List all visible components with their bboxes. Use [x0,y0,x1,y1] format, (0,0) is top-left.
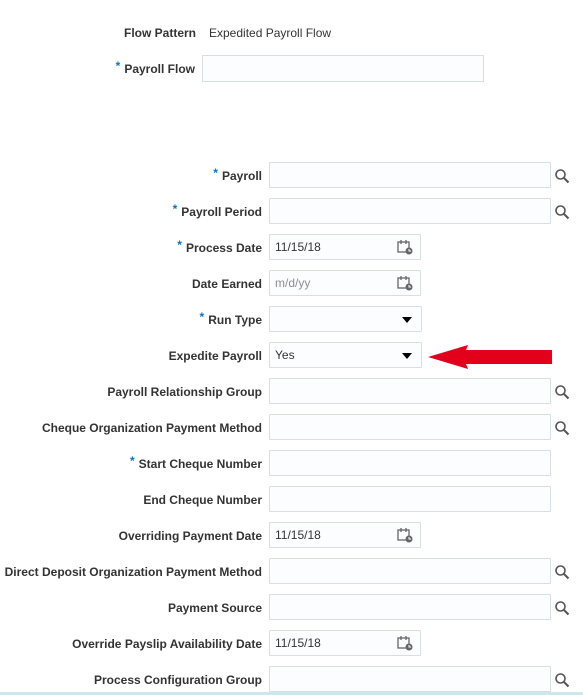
cheque-org-payment-method-label: Cheque Organization Payment Method [41,421,262,435]
red-arrow-annotation [428,345,552,369]
overriding-payment-date-value: 11/15/18 [275,528,321,542]
payroll-label-text: Payroll [221,169,262,183]
payroll-flow-input[interactable] [202,55,484,82]
process-date-value: 11/15/18 [275,240,321,254]
flow-pattern-label: Flow Pattern [124,26,197,40]
date-earned-placeholder: m/d/yy [275,276,311,290]
direct-deposit-org-payment-method-label: Direct Deposit Organization Payment Meth… [4,565,262,579]
expedite-payroll-select[interactable]: Yes [269,342,422,368]
calendar-icon[interactable] [397,275,413,291]
payroll-flow-label: * Payroll Flow [115,59,195,76]
date-earned-input[interactable]: m/d/yy [269,270,421,296]
process-date-input[interactable]: 11/15/18 [269,234,421,260]
expedite-payroll-value: Yes [275,348,295,362]
search-icon[interactable] [554,564,570,580]
run-type-label-text: Run Type [208,313,262,327]
process-configuration-group-input[interactable] [269,666,551,692]
payroll-period-input[interactable] [269,198,551,224]
payment-source-label: Payment Source [167,601,262,615]
required-asterisk: * [129,454,135,468]
cheque-org-payment-method-input[interactable] [269,414,551,440]
payroll-period-label: * Payroll Period [172,202,262,219]
search-icon[interactable] [554,600,570,616]
search-icon[interactable] [554,420,570,436]
start-cheque-number-label-text: Start Cheque Number [138,457,262,471]
direct-deposit-org-payment-method-input[interactable] [269,558,551,584]
search-icon[interactable] [554,672,570,688]
payment-source-input[interactable] [269,594,551,620]
run-type-label: * Run Type [199,310,262,327]
process-date-label-text: Process Date [185,241,262,255]
end-cheque-number-input[interactable] [269,486,551,512]
payroll-period-label-text: Payroll Period [181,205,262,219]
process-configuration-group-label: Process Configuration Group [93,673,262,687]
end-cheque-number-label: End Cheque Number [143,493,262,507]
calendar-icon[interactable] [397,527,413,543]
run-type-select[interactable] [269,306,422,332]
payroll-relationship-group-label: Payroll Relationship Group [107,385,262,399]
override-payslip-availability-date-input[interactable]: 11/15/18 [269,630,421,656]
expedite-payroll-label: Expedite Payroll [168,349,262,363]
flow-pattern-value: Expedited Payroll Flow [209,26,332,40]
override-payslip-availability-date-label: Override Payslip Availability Date [72,637,262,651]
calendar-icon[interactable] [397,239,413,255]
calendar-icon[interactable] [397,635,413,651]
payroll-relationship-group-input[interactable] [269,378,551,404]
override-payslip-availability-date-value: 11/15/18 [275,636,321,650]
start-cheque-number-label: * Start Cheque Number [129,454,262,471]
chevron-down-icon[interactable] [402,317,412,323]
start-cheque-number-input[interactable] [269,450,551,476]
date-earned-label: Date Earned [191,277,262,291]
required-asterisk: * [213,166,218,180]
required-asterisk: * [172,202,178,216]
required-asterisk: * [199,310,205,324]
payroll-input[interactable] [269,162,551,188]
search-icon[interactable] [554,168,570,184]
overriding-payment-date-label: Overriding Payment Date [118,529,262,543]
payroll-flow-label-text: Payroll Flow [124,62,195,76]
process-date-label: * Process Date [177,238,262,255]
search-icon[interactable] [554,204,570,220]
overriding-payment-date-input[interactable]: 11/15/18 [269,522,421,548]
payroll-label: * Payroll [213,166,262,183]
chevron-down-icon[interactable] [402,353,412,359]
required-asterisk: * [115,59,121,73]
required-asterisk: * [177,238,182,252]
search-icon[interactable] [554,384,570,400]
